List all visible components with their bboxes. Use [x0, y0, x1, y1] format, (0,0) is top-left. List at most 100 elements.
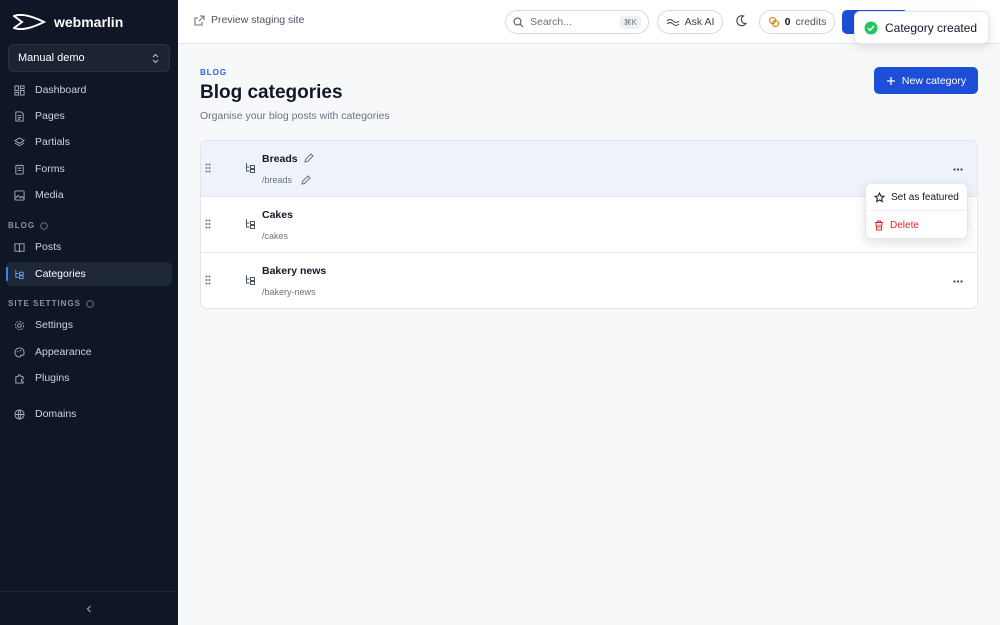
palette-icon [14, 346, 25, 358]
category-list: Breads /breads Cakes /cakes Bakery news … [200, 140, 978, 309]
chevron-updown-icon [152, 53, 159, 63]
page-subtitle: Organise your blog posts with categories [200, 110, 390, 122]
site-settings-section-heading: SITE SETTINGS [8, 299, 94, 308]
waves-icon [666, 18, 679, 27]
row-actions-menu: Set as featured Delete [865, 183, 968, 239]
new-category-label: New category [901, 74, 967, 87]
category-slug: /bakery-news [262, 287, 316, 297]
delete-menu-item[interactable]: Delete [866, 212, 967, 239]
help-icon[interactable] [40, 221, 48, 230]
chevron-left-icon [86, 605, 91, 612]
delete-label: Delete [890, 220, 919, 231]
trash-icon [875, 220, 883, 231]
blog-section-heading: BLOG [8, 221, 48, 230]
category-name: Bakery news [262, 265, 327, 277]
sidebar-item-label: Categories [35, 268, 86, 280]
category-tree-icon [246, 275, 255, 285]
star-icon [874, 191, 885, 203]
sidebar-item-label: Domains [35, 408, 77, 420]
sidebar-item-domains[interactable]: Domains [6, 402, 172, 426]
edit-slug-pencil-icon[interactable] [301, 175, 311, 185]
drag-handle-icon[interactable] [205, 219, 211, 229]
puzzle-icon [15, 373, 24, 384]
category-name: Breads [262, 153, 298, 165]
moon-icon[interactable] [734, 14, 748, 28]
sidebar-item-categories[interactable]: Categories [6, 262, 172, 286]
preview-label: Preview staging site [211, 14, 305, 26]
sidebar-item-label: Partials [35, 136, 71, 148]
brand-logo[interactable]: webmarlin [12, 10, 123, 34]
form-icon [15, 164, 24, 175]
sidebar-item-label: Appearance [35, 346, 92, 358]
category-slug: /breads [262, 175, 293, 185]
external-link-icon [194, 14, 205, 26]
toast-notification: Category created [854, 11, 989, 44]
row-actions-button[interactable] [949, 273, 967, 289]
ask-ai-label: Ask AI [684, 16, 715, 28]
check-circle-icon [864, 21, 878, 34]
fish-logo-icon [13, 14, 46, 30]
category-slug: /cakes [262, 231, 289, 241]
drag-handle-icon[interactable] [205, 275, 211, 285]
book-icon [14, 242, 25, 252]
dashboard-icon [14, 84, 25, 96]
new-category-button[interactable]: New category [874, 67, 978, 94]
credits-count: 0 [784, 16, 791, 28]
search-shortcut: ⌘K [619, 15, 641, 29]
set-featured-label: Set as featured [891, 191, 959, 203]
search-placeholder: Search... [530, 16, 573, 28]
more-horizontal-icon [953, 279, 963, 283]
set-featured-menu-item[interactable]: Set as featured [866, 184, 967, 211]
sidebar-item-dashboard[interactable]: Dashboard [6, 78, 172, 102]
gear-icon [14, 320, 25, 330]
sidebar-item-label: Plugins [35, 372, 70, 384]
category-tree-icon [15, 269, 24, 279]
credits-label: credits [795, 16, 827, 28]
preview-staging-link[interactable]: Preview staging site [194, 14, 304, 26]
search-input[interactable]: Search... ⌘K [505, 10, 649, 34]
toast-message: Category created [885, 20, 978, 35]
sidebar-item-partials[interactable]: Partials [6, 130, 172, 154]
sidebar-item-label: Dashboard [35, 84, 87, 96]
page-title: Blog categories [200, 82, 343, 103]
sidebar-item-appearance[interactable]: Appearance [6, 340, 172, 364]
brand-name: webmarlin [54, 14, 124, 30]
project-name: Manual demo [18, 52, 85, 64]
table-row[interactable]: Breads /breads [201, 141, 977, 197]
ask-ai-button[interactable]: Ask AI [657, 10, 723, 34]
category-tree-icon [246, 219, 255, 229]
search-icon [513, 16, 524, 27]
image-icon [14, 189, 25, 201]
project-switcher[interactable]: Manual demo [8, 44, 170, 72]
sidebar-item-label: Posts [35, 241, 62, 253]
page-eyebrow: BLOG [200, 68, 228, 77]
row-actions-button[interactable] [949, 161, 967, 177]
sidebar-item-label: Forms [35, 163, 65, 175]
page-icon [15, 110, 24, 122]
coins-icon [768, 16, 779, 28]
layers-icon [14, 136, 25, 146]
sidebar-item-plugins[interactable]: Plugins [6, 366, 172, 390]
sidebar: webmarlin Manual demo Dashboard Pages Pa… [0, 0, 178, 625]
collapse-sidebar-button[interactable] [0, 591, 178, 625]
sidebar-item-settings[interactable]: Settings [6, 313, 172, 337]
more-horizontal-icon [953, 167, 963, 171]
category-tree-icon [246, 163, 255, 173]
sidebar-item-pages[interactable]: Pages [6, 104, 172, 128]
sidebar-item-label: Media [35, 189, 64, 201]
drag-handle-icon[interactable] [205, 163, 211, 173]
sidebar-item-label: Pages [35, 110, 65, 122]
credits-badge[interactable]: 0 credits [759, 10, 835, 34]
table-row[interactable]: Bakery news /bakery-news [201, 253, 977, 308]
sidebar-item-media[interactable]: Media [6, 183, 172, 207]
plus-icon [886, 76, 895, 85]
edit-name-pencil-icon[interactable] [304, 153, 314, 163]
sidebar-item-forms[interactable]: Forms [6, 157, 172, 181]
sidebar-item-label: Settings [35, 319, 73, 331]
category-name: Cakes [262, 209, 293, 221]
table-row[interactable]: Cakes /cakes [201, 197, 977, 253]
section-label: BLOG [8, 221, 36, 230]
globe-icon [14, 408, 25, 420]
sidebar-item-posts[interactable]: Posts [6, 235, 172, 259]
help-icon[interactable] [86, 299, 94, 308]
